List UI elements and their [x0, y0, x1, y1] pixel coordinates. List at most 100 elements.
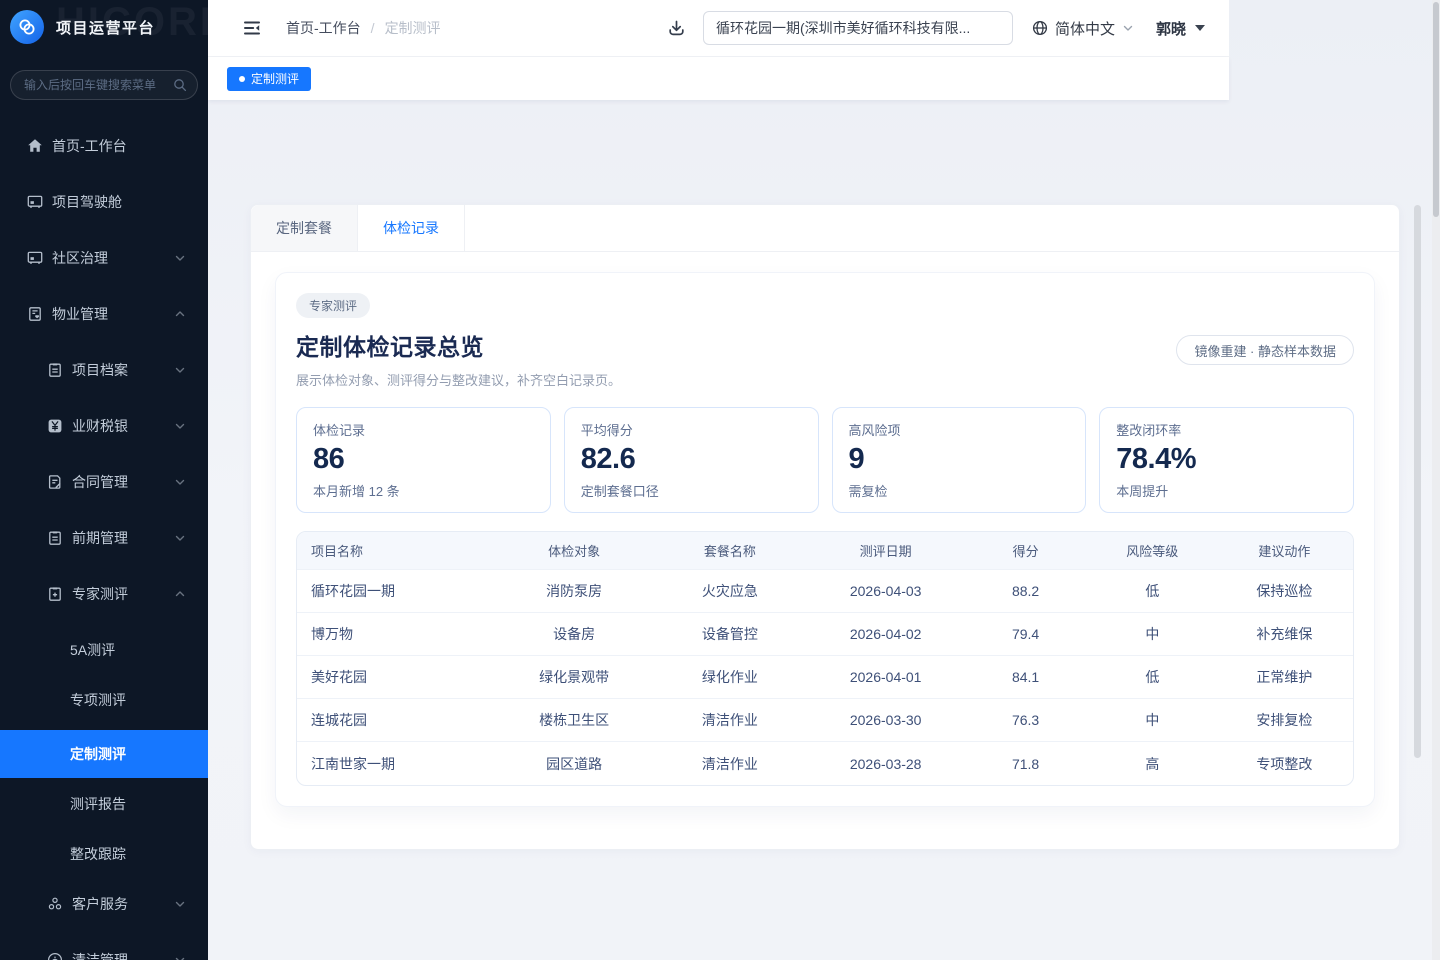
- tab-checkup-records[interactable]: 体检记录: [358, 205, 465, 251]
- content-scrollbar-thumb[interactable]: [1414, 205, 1421, 758]
- sidebar-item-eval-5a[interactable]: 5A测评: [0, 630, 208, 670]
- table-row: 江南世家一期园区道路清洁作业2026-03-2871.8高专项整改: [297, 742, 1353, 785]
- table-cell: 清洁作业: [651, 742, 809, 785]
- table-cell: 88.2: [962, 570, 1089, 613]
- mirror-rebuild-button[interactable]: 镜像重建 · 静态样本数据: [1176, 335, 1354, 365]
- service-icon: [46, 895, 64, 913]
- globe-icon: [1032, 20, 1048, 36]
- table-row: 博万物设备房设备管控2026-04-0279.4中补充维保: [297, 613, 1353, 656]
- table-cell: 高: [1089, 742, 1216, 785]
- language-switcher[interactable]: 简体中文: [1032, 18, 1134, 39]
- breadcrumb-current: 定制测评: [385, 18, 441, 38]
- sidebar-item-customer-service[interactable]: 客户服务: [0, 884, 208, 924]
- stat-card: 高风险项9需复检: [832, 407, 1087, 513]
- stats-row: 体检记录86本月新增 12 条平均得分82.6定制套餐口径高风险项9需复检整改闭…: [296, 407, 1354, 513]
- download-icon[interactable]: [667, 19, 686, 38]
- stat-note: 需复检: [849, 481, 1070, 500]
- sidebar-item-label: 业财税银: [72, 416, 174, 436]
- language-label: 简体中文: [1055, 18, 1115, 39]
- sidebar-item-contract-management[interactable]: 合同管理: [0, 462, 208, 502]
- sidebar-item-community-governance[interactable]: 社区治理: [0, 238, 208, 278]
- table-cell: 中: [1089, 613, 1216, 656]
- table-cell: 正常维护: [1216, 656, 1353, 699]
- sidebar-item-property-management[interactable]: 物业管理: [0, 294, 208, 334]
- column-header: 套餐名称: [651, 532, 809, 570]
- column-header: 得分: [962, 532, 1089, 570]
- project-select[interactable]: 循环花园一期(深圳市美好循环科技有限...: [703, 11, 1013, 45]
- chevron-down-icon: [174, 954, 186, 960]
- stat-value: 86: [313, 444, 534, 476]
- active-page-tag[interactable]: 定制测评: [227, 67, 311, 91]
- table-cell: 循环花园一期: [297, 570, 498, 613]
- sidebar-item-rectification-tracking[interactable]: 整改跟踪: [0, 834, 208, 874]
- sidebar-item-label: 专项测评: [70, 690, 186, 710]
- sidebar-item-project-archives[interactable]: 项目档案: [0, 350, 208, 390]
- sidebar-item-label: 测评报告: [70, 794, 186, 814]
- chevron-down-icon: [174, 476, 186, 488]
- table-cell: 清洁作业: [651, 699, 809, 742]
- sidebar-item-custom-evaluation[interactable]: 定制测评: [0, 730, 208, 778]
- column-header: 建议动作: [1216, 532, 1353, 570]
- open-tabs-bar: 定制测评: [208, 57, 1229, 100]
- table-row: 循环花园一期消防泵房火灾应急2026-04-0388.2低保持巡检: [297, 570, 1353, 613]
- chevron-down-icon: [174, 364, 186, 376]
- menu-fold-icon[interactable]: [242, 18, 262, 38]
- menu-search-box[interactable]: [10, 70, 198, 100]
- sidebar-item-early-stage-management[interactable]: 前期管理: [0, 518, 208, 558]
- table-cell: 低: [1089, 570, 1216, 613]
- column-header: 风险等级: [1089, 532, 1216, 570]
- table-cell: 2026-04-01: [809, 656, 962, 699]
- sidebar-item-finance-tax-bank[interactable]: 业财税银: [0, 406, 208, 446]
- sidebar-item-special-evaluation[interactable]: 专项测评: [0, 680, 208, 720]
- stat-value: 78.4%: [1116, 444, 1337, 476]
- clipboard-icon: [46, 529, 64, 547]
- sidebar-item-expert-evaluation[interactable]: 专家测评: [0, 574, 208, 614]
- table-cell: 79.4: [962, 613, 1089, 656]
- sidebar-item-label: 前期管理: [72, 528, 174, 548]
- window-scrollbar-thumb[interactable]: [1433, 2, 1439, 217]
- clipboard-icon: [46, 361, 64, 379]
- table-cell: 76.3: [962, 699, 1089, 742]
- main-card: 定制套餐体检记录 专家测评 定制体检记录总览 展示体检对象、测评得分与整改建议，…: [250, 204, 1400, 850]
- table-cell: 低: [1089, 656, 1216, 699]
- clean-icon: [46, 951, 64, 960]
- table-cell: 江南世家一期: [297, 742, 498, 785]
- tab-custom-package[interactable]: 定制套餐: [251, 205, 358, 251]
- stat-note: 本周提升: [1116, 481, 1337, 500]
- table-cell: 保持巡检: [1216, 570, 1353, 613]
- column-header: 项目名称: [297, 532, 498, 570]
- sidebar-item-project-cockpit[interactable]: 项目驾驶舱: [0, 182, 208, 222]
- table-cell: 火灾应急: [651, 570, 809, 613]
- contract-icon: [46, 473, 64, 491]
- chevron-up-icon: [174, 588, 186, 600]
- sidebar-item-home-workbench[interactable]: 首页-工作台: [0, 126, 208, 166]
- records-table-wrap: 项目名称体检对象套餐名称测评日期得分风险等级建议动作 循环花园一期消防泵房火灾应…: [296, 531, 1354, 786]
- chevron-down-icon: [174, 420, 186, 432]
- breadcrumb-home[interactable]: 首页-工作台: [286, 18, 361, 38]
- sidebar-item-label: 项目驾驶舱: [52, 192, 186, 212]
- sidebar-item-label: 物业管理: [52, 304, 174, 324]
- sidebar-item-evaluation-report[interactable]: 测评报告: [0, 784, 208, 824]
- sidebar-menu: 首页-工作台项目驾驶舱社区治理物业管理项目档案业财税银合同管理前期管理专家测评 5…: [0, 126, 208, 960]
- table-body: 循环花园一期消防泵房火灾应急2026-04-0388.2低保持巡检博万物设备房设…: [297, 570, 1353, 785]
- card-tabs: 定制套餐体检记录: [251, 205, 1399, 252]
- project-select-value: 循环花园一期(深圳市美好循环科技有限...: [716, 18, 970, 38]
- topbar-right: 循环花园一期(深圳市美好循环科技有限... 简体中文 郭晓: [667, 11, 1205, 45]
- table-cell: 84.1: [962, 656, 1089, 699]
- stat-value: 82.6: [581, 444, 802, 476]
- overview-panel: 专家测评 定制体检记录总览 展示体检对象、测评得分与整改建议，补齐空白记录页。 …: [275, 272, 1375, 807]
- user-menu[interactable]: 郭晓: [1156, 18, 1205, 39]
- card-body: 专家测评 定制体检记录总览 展示体检对象、测评得分与整改建议，补齐空白记录页。 …: [251, 252, 1399, 831]
- stat-label: 整改闭环率: [1116, 420, 1337, 439]
- property-icon: [26, 305, 44, 323]
- stat-card: 平均得分82.6定制套餐口径: [564, 407, 819, 513]
- table-cell: 2026-03-30: [809, 699, 962, 742]
- stat-label: 体检记录: [313, 420, 534, 439]
- sidebar-item-cleaning-management[interactable]: 清洁管理: [0, 940, 208, 960]
- menu-search-input[interactable]: [24, 78, 167, 92]
- stat-card: 体检记录86本月新增 12 条: [296, 407, 551, 513]
- chevron-down-icon: [174, 898, 186, 910]
- audit-icon: [46, 585, 64, 603]
- stat-card: 整改闭环率 78.4% 本周提升: [1099, 407, 1354, 513]
- table-cell: 2026-04-02: [809, 613, 962, 656]
